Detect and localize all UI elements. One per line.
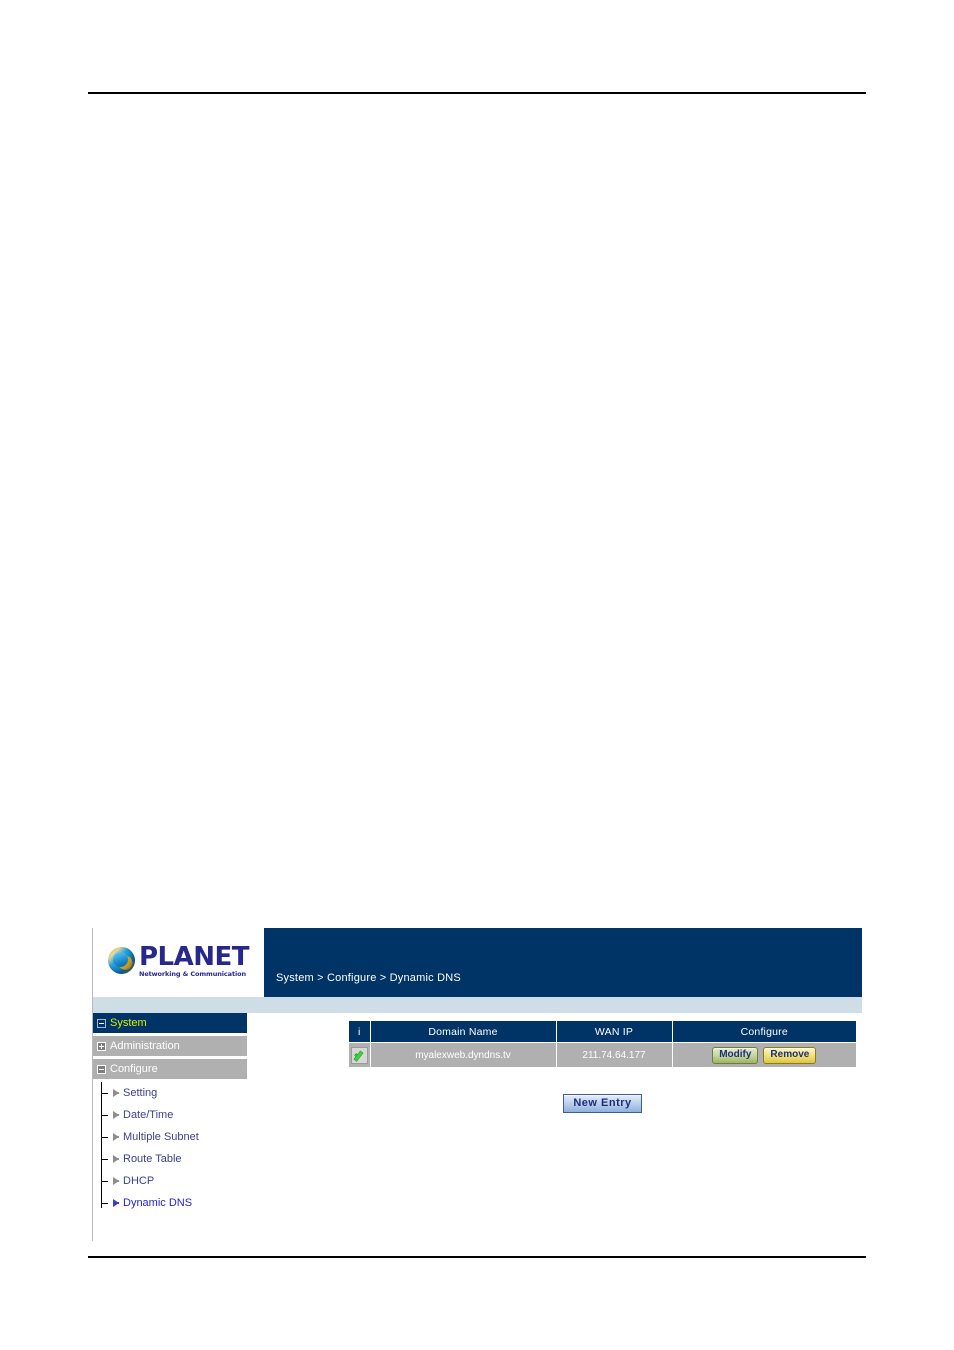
column-header-domain-name: Domain Name bbox=[370, 1021, 557, 1043]
arrow-right-icon bbox=[113, 1111, 119, 1119]
sidebar-group-configure[interactable]: Configure bbox=[93, 1059, 247, 1079]
sidebar-group-administration[interactable]: Administration bbox=[93, 1036, 247, 1056]
planet-orb-icon bbox=[107, 947, 135, 974]
remove-button[interactable]: Remove bbox=[763, 1046, 817, 1064]
sidebar-item-multiple-subnet[interactable]: Multiple Subnet bbox=[102, 1126, 247, 1148]
sidebar-item-setting[interactable]: Setting bbox=[102, 1082, 247, 1104]
arrow-right-icon bbox=[113, 1177, 119, 1185]
column-header-info: i bbox=[349, 1021, 371, 1043]
green-check-icon bbox=[350, 1046, 368, 1064]
arrow-right-icon bbox=[113, 1089, 119, 1097]
cell-configure: Modify Remove bbox=[672, 1042, 856, 1067]
main-content: i Domain Name WAN IP Configure myalexweb… bbox=[349, 1021, 856, 1113]
cell-status bbox=[349, 1042, 371, 1067]
header-accent-strip bbox=[93, 997, 862, 1013]
sidebar-group-label: Configure bbox=[110, 1063, 158, 1075]
column-header-configure: Configure bbox=[672, 1021, 856, 1043]
arrow-right-icon bbox=[113, 1133, 119, 1141]
sidebar-nav: System Administration Configure Setting … bbox=[93, 1013, 247, 1214]
arrow-right-icon bbox=[113, 1199, 119, 1207]
sidebar-root-system[interactable]: System bbox=[93, 1013, 247, 1033]
sidebar-item-label: Setting bbox=[123, 1087, 158, 1099]
sidebar-subitems: Setting Date/Time Multiple Subnet Route … bbox=[93, 1082, 247, 1214]
logo-tagline: Networking & Communication bbox=[138, 969, 246, 978]
planet-logo: PLANET Networking & Communication bbox=[93, 928, 264, 997]
cell-domain-name: myalexweb.dyndns.tv bbox=[370, 1042, 557, 1067]
sidebar-root-label: System bbox=[110, 1017, 147, 1029]
table-header-row: i Domain Name WAN IP Configure bbox=[349, 1021, 856, 1043]
sidebar-item-route-table[interactable]: Route Table bbox=[102, 1148, 247, 1170]
sidebar-item-label: Date/Time bbox=[123, 1109, 174, 1121]
table-row: myalexweb.dyndns.tv 211.74.64.177 Modify… bbox=[349, 1042, 856, 1067]
sidebar-item-label: Route Table bbox=[123, 1153, 182, 1165]
minus-box-icon[interactable] bbox=[97, 1018, 106, 1028]
plus-box-icon[interactable] bbox=[97, 1041, 106, 1051]
router-admin-screenshot: PLANET Networking & Communication System… bbox=[92, 928, 862, 1241]
new-entry-button[interactable]: New Entry bbox=[563, 1094, 642, 1113]
new-entry-row: New Entry bbox=[349, 1094, 856, 1113]
logo-wordmark: PLANET bbox=[138, 941, 250, 972]
sidebar-item-dhcp[interactable]: DHCP bbox=[102, 1170, 247, 1192]
sidebar-item-label: Dynamic DNS bbox=[123, 1197, 193, 1209]
column-header-wan-ip: WAN IP bbox=[556, 1021, 673, 1043]
page-bottom-rule bbox=[88, 1256, 866, 1258]
cell-wan-ip: 211.74.64.177 bbox=[556, 1042, 673, 1067]
app-body: System Administration Configure Setting … bbox=[93, 1013, 862, 1241]
sidebar-item-label: DHCP bbox=[123, 1175, 155, 1187]
minus-box-icon[interactable] bbox=[97, 1064, 106, 1074]
breadcrumb: System > Configure > Dynamic DNS bbox=[276, 972, 461, 984]
arrow-right-icon bbox=[113, 1155, 119, 1163]
dynamic-dns-table: i Domain Name WAN IP Configure myalexweb… bbox=[349, 1021, 856, 1067]
modify-button[interactable]: Modify bbox=[712, 1046, 759, 1064]
sidebar-item-date-time[interactable]: Date/Time bbox=[102, 1104, 247, 1126]
page-top-rule bbox=[88, 92, 866, 94]
sidebar-item-label: Multiple Subnet bbox=[123, 1131, 199, 1143]
sidebar-group-label: Administration bbox=[110, 1040, 180, 1052]
app-header: PLANET Networking & Communication System… bbox=[93, 928, 862, 997]
sidebar-item-dynamic-dns[interactable]: Dynamic DNS bbox=[102, 1192, 247, 1214]
